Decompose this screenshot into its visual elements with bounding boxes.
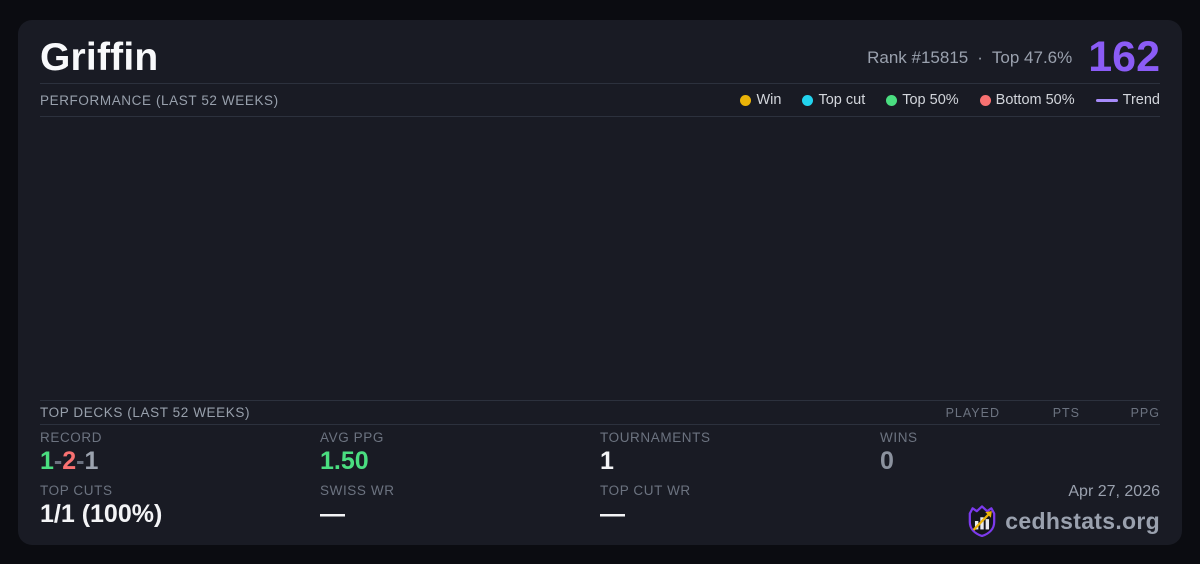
top-cuts-value: 1/1 (100%) [40, 500, 163, 528]
performance-section-header: PERFORMANCE (LAST 52 WEEKS) Win Top cut … [40, 84, 1160, 117]
rank-line: Rank #15815 · Top 47.6% [867, 48, 1072, 68]
legend-label: Bottom 50% [995, 92, 1075, 108]
stat-label: SWISS WR [320, 483, 395, 498]
stat-label: TOP CUTS [40, 483, 113, 498]
record-value: 1-2-1 [40, 448, 320, 474]
top-decks-column-headers: PLAYED PTS PPG [920, 406, 1160, 420]
stat-label: AVG PPG [320, 430, 384, 445]
rank-text: Rank #15815 [867, 47, 969, 67]
tournaments-value: 1 [600, 447, 614, 475]
swiss-wr-value: — [320, 500, 345, 528]
legend-item-bottom-50: Bottom 50% [979, 92, 1075, 108]
top-decks-section-header: TOP DECKS (LAST 52 WEEKS) PLAYED PTS PPG [40, 401, 1160, 425]
stat-record: RECORD 1-2-1 [40, 430, 320, 483]
rank-separator-dot: · [977, 47, 983, 67]
stat-tournaments: TOURNAMENTS 1 [600, 430, 880, 483]
stats-grid: RECORD 1-2-1 AVG PPG 1.50 TOURNAMENTS 1 … [40, 425, 1160, 539]
player-name: Griffin [40, 36, 159, 79]
stat-avg-ppg: AVG PPG 1.50 [320, 430, 600, 483]
stat-label: TOURNAMENTS [600, 430, 711, 445]
legend-label: Top cut [818, 92, 866, 108]
legend-label: Win [756, 92, 782, 108]
card-header: Griffin Rank #15815 · Top 47.6% 162 [40, 30, 1160, 84]
record-losses: 2 [62, 447, 77, 475]
elo-score: 162 [1088, 33, 1160, 82]
legend-label: Trend [1122, 92, 1160, 108]
stat-wins: WINS 0 [880, 430, 1160, 483]
top-50-dot-icon [886, 94, 898, 106]
record-separator: - [53, 447, 63, 475]
stat-swiss-wr: SWISS WR — [320, 483, 600, 539]
legend-item-win: Win [740, 92, 781, 108]
footer-branding: Apr 27, 2026 cedhstats.org [880, 483, 1160, 539]
stat-label: RECORD [40, 430, 103, 445]
brand-text: cedhstats.org [1005, 507, 1160, 534]
stat-label: WINS [880, 430, 918, 445]
wins-value: 0 [880, 447, 894, 475]
column-header-played: PLAYED [945, 405, 1000, 420]
legend-label: Top 50% [902, 92, 959, 108]
record-draws: 1 [84, 447, 99, 475]
win-dot-icon [740, 94, 752, 106]
legend-item-top-50: Top 50% [886, 92, 959, 108]
top-cut-wr-value: — [600, 500, 625, 528]
generated-date: Apr 27, 2026 [1068, 483, 1160, 500]
trend-line-icon [1095, 98, 1118, 102]
top-cut-dot-icon [802, 94, 814, 106]
player-stats-card: Griffin Rank #15815 · Top 47.6% 162 PERF… [18, 20, 1182, 545]
stat-top-cuts: TOP CUTS 1/1 (100%) [40, 483, 320, 539]
legend-item-top-cut: Top cut [802, 92, 865, 108]
top-percent-text: Top 47.6% [991, 47, 1073, 67]
avg-ppg-value: 1.50 [320, 447, 369, 475]
column-header-ppg: PPG [1130, 405, 1160, 420]
brand-row: cedhstats.org [967, 505, 1160, 537]
performance-chart [40, 117, 1160, 401]
bottom-50-dot-icon [979, 94, 991, 106]
cedhstats-shield-logo-icon [968, 505, 996, 537]
rank-score-cluster: Rank #15815 · Top 47.6% 162 [867, 33, 1160, 82]
record-wins: 1 [40, 447, 54, 475]
stat-label: TOP CUT WR [600, 483, 691, 498]
legend-item-trend: Trend [1095, 92, 1160, 108]
column-header-pts: PTS [1052, 405, 1080, 420]
chart-legend: Win Top cut Top 50% Bottom 50% Trend [740, 92, 1160, 108]
top-decks-title: TOP DECKS (LAST 52 WEEKS) [40, 405, 251, 420]
stat-top-cut-wr: TOP CUT WR — [600, 483, 880, 539]
performance-title: PERFORMANCE (LAST 52 WEEKS) [40, 92, 279, 108]
